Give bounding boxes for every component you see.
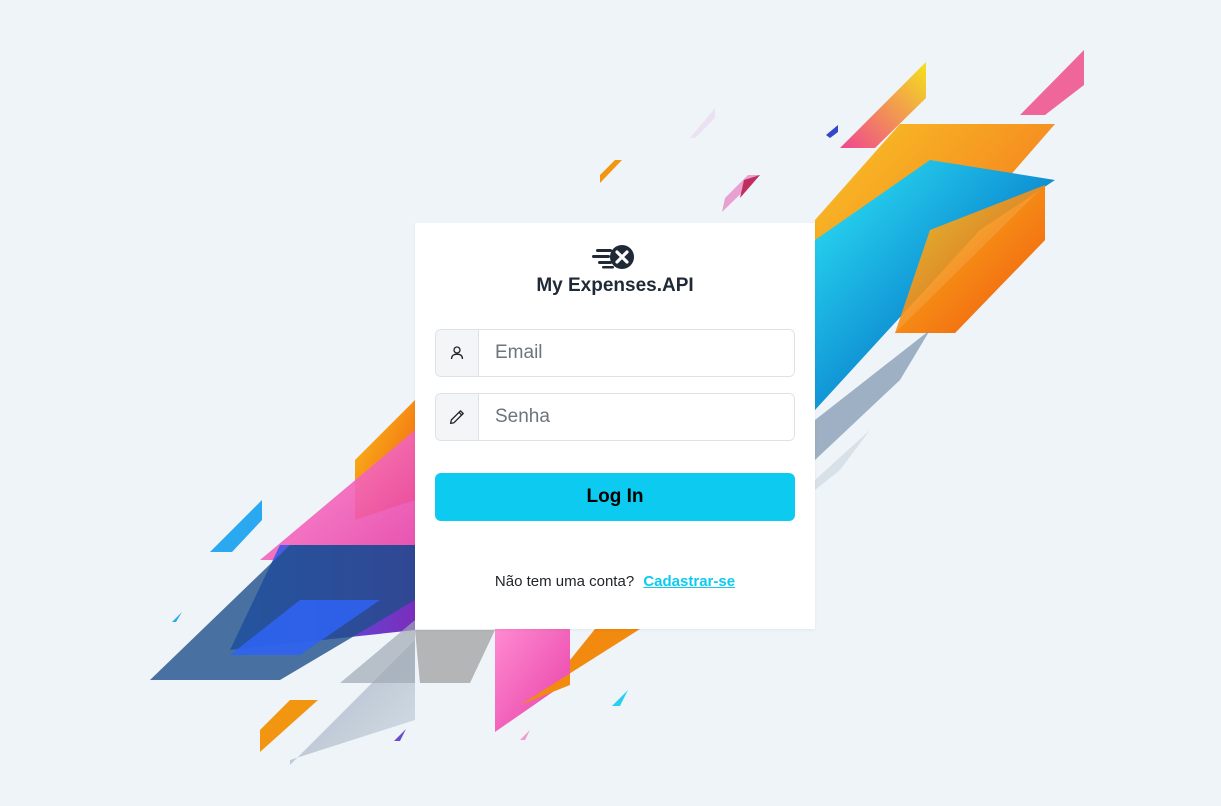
login-button[interactable]: Log In [435, 473, 795, 521]
pencil-icon [449, 410, 464, 425]
signup-prompt-row: Não tem uma conta? Cadastrar-se [415, 573, 815, 590]
login-page: My Expenses.API Log In Não tem uma cont [0, 0, 1221, 806]
signup-prompt-text: Não tem uma conta? [494, 573, 635, 590]
email-addon [436, 330, 479, 376]
flying-x-logo-icon [592, 245, 634, 269]
email-field [435, 329, 795, 377]
login-card: My Expenses.API Log In Não tem uma cont [415, 223, 815, 629]
password-field [435, 393, 795, 441]
signup-link[interactable]: Cadastrar-se [643, 573, 735, 590]
logo [415, 243, 815, 278]
email-input[interactable] [479, 330, 794, 376]
app-title: My Expenses.API [536, 275, 694, 296]
password-addon [436, 394, 479, 440]
password-input[interactable] [479, 394, 794, 440]
user-icon [450, 346, 464, 360]
